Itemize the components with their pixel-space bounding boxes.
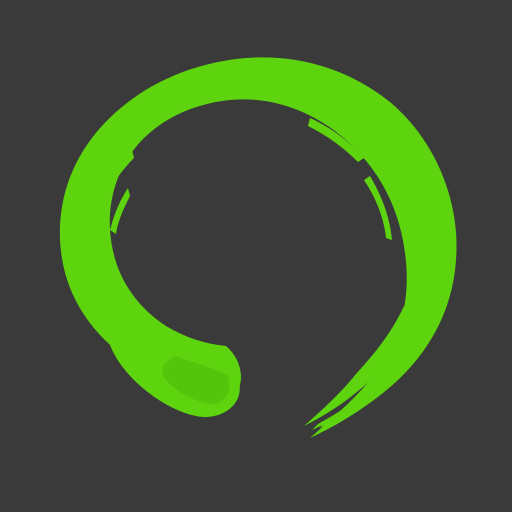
app-icon (0, 0, 512, 512)
enso-circle-icon (0, 0, 512, 512)
